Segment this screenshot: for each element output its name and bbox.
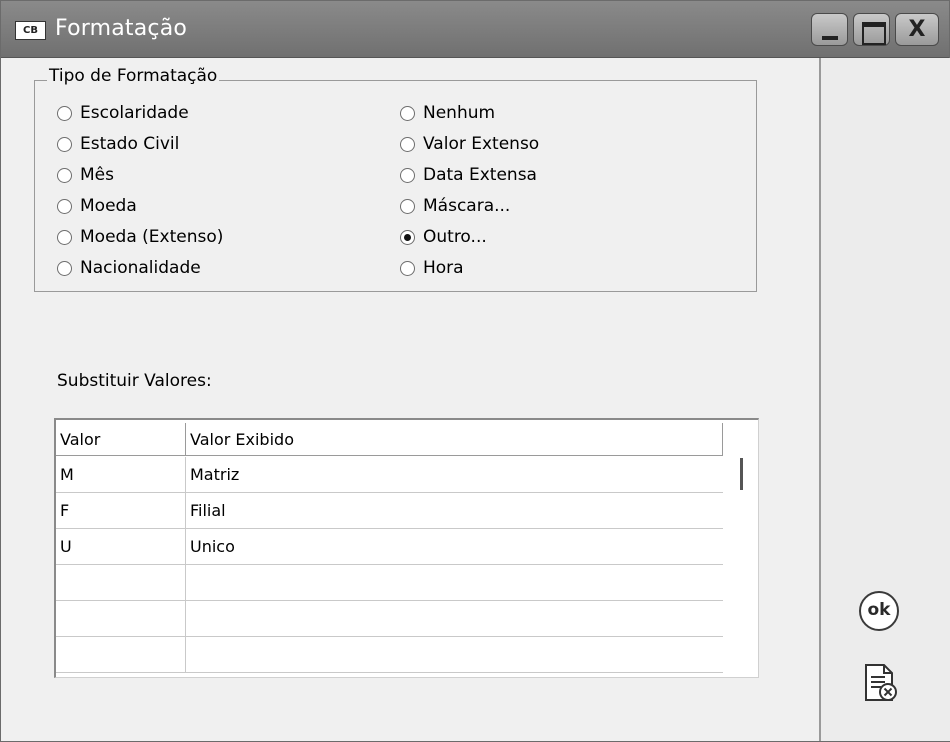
cell-valor-exibido[interactable]: Matriz (186, 457, 723, 492)
radio-label: Máscara... (423, 196, 511, 216)
scrollbar-thumb[interactable] (740, 458, 743, 490)
grid-header: Valor Valor Exibido (56, 423, 723, 456)
radio-circle[interactable] (400, 105, 415, 121)
radio-circle[interactable] (57, 167, 72, 183)
cell-valor-exibido[interactable] (186, 601, 723, 636)
radio-label: Escolaridade (80, 103, 189, 123)
radio-nenhum[interactable]: Nenhum (400, 101, 495, 125)
radio-circle[interactable] (57, 260, 72, 276)
cell-valor-exibido[interactable] (186, 637, 723, 672)
maximize-icon[interactable] (853, 13, 890, 46)
cell-valor[interactable] (56, 637, 186, 672)
radio-label: Estado Civil (80, 134, 180, 154)
minimize-icon[interactable] (811, 13, 848, 46)
substituir-valores-label: Substituir Valores: (57, 371, 212, 391)
column-header-valor[interactable]: Valor (56, 423, 186, 456)
radio-nacionalidade[interactable]: Nacionalidade (57, 256, 201, 280)
table-row[interactable] (56, 637, 723, 673)
table-row[interactable] (56, 601, 723, 637)
radio-moeda-extenso[interactable]: Moeda (Extenso) (57, 225, 223, 249)
radio-label: Valor Extenso (423, 134, 540, 154)
table-row[interactable] (56, 565, 723, 601)
radio-circle[interactable] (57, 136, 72, 152)
ok-button[interactable]: ok (859, 591, 899, 631)
cell-valor[interactable]: U (56, 529, 186, 564)
radio-hora[interactable]: Hora (400, 256, 464, 280)
radio-label: Moeda (Extenso) (80, 227, 224, 247)
radio-label: Moeda (80, 196, 137, 216)
radio-circle[interactable] (400, 260, 415, 276)
radio-circle[interactable] (400, 198, 415, 214)
cancel-button[interactable] (863, 663, 899, 703)
substituir-valores-grid[interactable]: Valor Valor Exibido M Matriz F Filial U Unico (54, 418, 759, 678)
close-icon[interactable] (895, 13, 939, 46)
cell-valor[interactable] (56, 601, 186, 636)
grid-scrollbar[interactable] (723, 420, 758, 677)
table-row[interactable]: F Filial (56, 493, 723, 529)
radio-valor-extenso[interactable]: Valor Extenso (400, 132, 539, 156)
radio-moeda[interactable]: Moeda (57, 194, 137, 218)
column-header-valor-exibido[interactable]: Valor Exibido (186, 423, 723, 456)
radio-label: Nacionalidade (80, 258, 201, 278)
cell-valor[interactable] (56, 565, 186, 600)
radio-label: Data Extensa (423, 165, 537, 185)
window-title: Formatação (55, 16, 188, 41)
radio-label: Hora (423, 258, 464, 278)
action-panel (819, 58, 950, 741)
radio-circle[interactable] (400, 136, 415, 152)
table-row[interactable]: M Matriz (56, 457, 723, 493)
radio-circle[interactable] (57, 105, 72, 121)
radio-estado-civil[interactable]: Estado Civil (57, 132, 179, 156)
cell-valor-exibido[interactable]: Filial (186, 493, 723, 528)
cell-valor[interactable]: M (56, 457, 186, 492)
radio-label: Nenhum (423, 103, 496, 123)
radio-circle[interactable] (57, 198, 72, 214)
radio-circle[interactable] (400, 167, 415, 183)
cell-valor[interactable]: F (56, 493, 186, 528)
radio-escolaridade[interactable]: Escolaridade (57, 101, 189, 125)
radio-label: Outro... (423, 227, 487, 247)
cell-valor-exibido[interactable] (186, 565, 723, 600)
radio-outro[interactable]: Outro... (400, 225, 487, 249)
radio-mes[interactable]: Mês (57, 163, 114, 187)
document-cancel-icon (865, 664, 897, 701)
radio-circle[interactable] (400, 229, 415, 245)
radio-mascara[interactable]: Máscara... (400, 194, 510, 218)
formatacao-window: CB Formatação Tipo de Formatação Escolar… (0, 0, 950, 742)
radio-circle[interactable] (57, 229, 72, 245)
radio-label: Mês (80, 165, 114, 185)
tipo-formatacao-legend: Tipo de Formatação (47, 66, 220, 86)
table-row[interactable]: U Unico (56, 529, 723, 565)
radio-data-extensa[interactable]: Data Extensa (400, 163, 537, 187)
cell-valor-exibido[interactable]: Unico (186, 529, 723, 564)
app-icon: CB (15, 21, 46, 40)
title-bar[interactable]: CB Formatação (1, 1, 949, 58)
